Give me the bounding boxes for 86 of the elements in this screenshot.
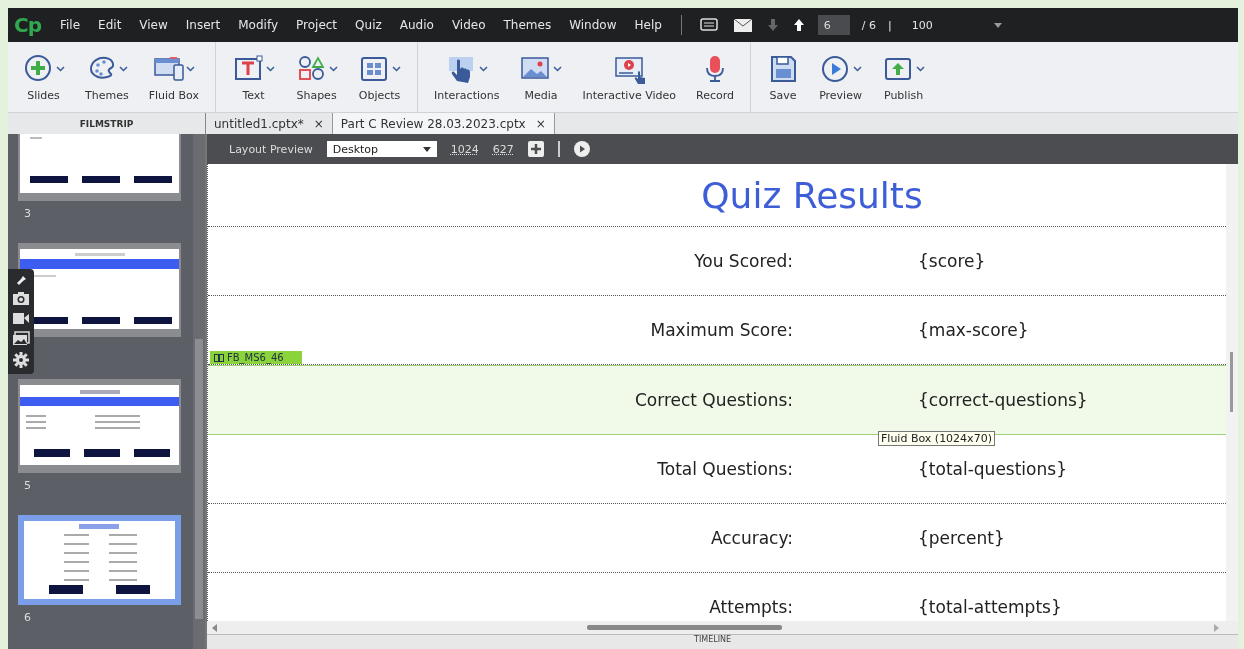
result-label: You Scored: — [693, 251, 793, 271]
width-field[interactable]: 1024 — [450, 142, 479, 156]
caret-icon — [119, 65, 129, 72]
menu-item[interactable]: Window — [560, 18, 626, 32]
toolbar-button[interactable]: Record — [686, 42, 752, 112]
add-icon[interactable] — [527, 141, 544, 157]
app-logo: Cp — [14, 13, 41, 37]
toolbar-button[interactable]: Save — [757, 42, 810, 112]
play-icon[interactable] — [573, 141, 590, 157]
page-field[interactable]: 6 — [817, 15, 850, 35]
toolbar-button[interactable]: Preview — [809, 42, 873, 112]
slide-number: 3 — [24, 207, 32, 221]
panel-title: TIMELINE — [207, 634, 1238, 649]
caret-icon — [553, 65, 563, 72]
caret-icon — [993, 22, 1002, 28]
result-label: Attempts: — [708, 597, 793, 617]
caret-icon — [422, 146, 431, 152]
device-dropdown[interactable]: Desktop — [326, 141, 437, 157]
caret-icon — [56, 65, 65, 72]
toolbar-button[interactable]: Fluid Box — [138, 42, 217, 112]
menu-item[interactable]: Themes — [494, 18, 561, 32]
menu-item[interactable]: File — [51, 18, 90, 32]
menu-item[interactable]: Modify — [229, 18, 287, 32]
down-arrow-icon[interactable] — [767, 19, 778, 31]
toolbar-button[interactable]: Media — [509, 42, 573, 112]
menu-item[interactable]: Help — [625, 18, 671, 32]
fluid-box-tag: FB_MS6_46 — [210, 351, 302, 364]
caret-icon — [266, 65, 276, 72]
menu-item[interactable]: View — [130, 18, 177, 32]
toolbar-button[interactable]: Interactive Video — [572, 42, 687, 112]
caption-icon[interactable] — [699, 18, 718, 32]
result-variable: {correct-questions} — [918, 390, 1089, 410]
camera-icon[interactable] — [12, 291, 30, 306]
menu-item[interactable]: Quiz — [346, 18, 391, 32]
menu-item[interactable]: Project — [287, 18, 347, 32]
menu-item[interactable]: Insert — [176, 18, 230, 32]
caret-icon — [186, 65, 196, 72]
result-label: Accuracy: — [709, 528, 793, 548]
height-field[interactable]: 627 — [492, 142, 514, 156]
scrollbar-thumb[interactable] — [1230, 352, 1233, 412]
page-total: / 6 — [861, 18, 877, 32]
slide-thumbnail[interactable] — [18, 243, 181, 337]
tooltip: Fluid Box (1024x70) — [878, 431, 995, 446]
scrollbar-thumb[interactable] — [587, 625, 782, 630]
menu-item[interactable]: Edit — [89, 18, 131, 32]
toolbar-button[interactable]: Objects — [348, 42, 419, 112]
caret-icon — [392, 65, 402, 72]
toolbar-button[interactable]: Shapes — [285, 42, 349, 112]
settings-icon[interactable] — [13, 352, 29, 368]
caret-icon — [916, 65, 926, 72]
fluid-box-icon — [214, 353, 224, 362]
slide-thumbnail[interactable] — [18, 515, 181, 605]
result-variable: {total-attempts} — [918, 597, 1063, 617]
menu-item[interactable]: Video — [442, 18, 495, 32]
layout-preview-label: Layout Preview — [229, 142, 313, 156]
up-arrow-icon[interactable] — [793, 19, 804, 31]
selected-fluid-box[interactable]: Correct Questions: {correct-questions} — [208, 365, 1226, 435]
caret-icon — [329, 65, 339, 72]
zoom-dropdown[interactable]: 100 — [911, 18, 1002, 32]
pin-icon[interactable] — [15, 275, 27, 285]
slide-thumbnail[interactable] — [18, 379, 181, 473]
result-variable: {max-score} — [918, 320, 1030, 340]
slide-number: 5 — [24, 479, 32, 493]
result-label: Correct Questions: — [633, 390, 793, 410]
menu-item[interactable]: Audio — [390, 18, 443, 32]
scrollbar-thumb[interactable] — [195, 339, 203, 619]
result-label: Maximum Score: — [649, 320, 793, 340]
video-camera-icon[interactable] — [12, 312, 30, 325]
result-variable: {total-questions} — [918, 459, 1068, 479]
image-icon[interactable] — [12, 331, 30, 346]
caret-icon — [479, 65, 489, 72]
result-label: Total Questions: — [656, 459, 793, 479]
document-tab[interactable]: Part C Review 28.03.2023.cptx × — [332, 113, 555, 134]
toolbar-button[interactable]: Interactions — [424, 42, 510, 112]
slide-thumbnail[interactable] — [18, 134, 181, 201]
scroll-left-icon[interactable] — [211, 623, 219, 632]
envelope-icon[interactable] — [733, 18, 752, 32]
result-variable: {score} — [918, 251, 987, 271]
toolbar-button[interactable]: Themes — [75, 42, 139, 112]
caret-icon — [853, 65, 863, 72]
slide-number: 6 — [24, 611, 32, 625]
separator-text: | — [888, 18, 892, 32]
toolbar-button[interactable]: Text — [222, 42, 286, 112]
toolbar-button[interactable]: Slides — [12, 42, 75, 112]
toolbar-button[interactable]: Publish — [872, 42, 936, 112]
result-variable: {percent} — [918, 528, 1006, 548]
